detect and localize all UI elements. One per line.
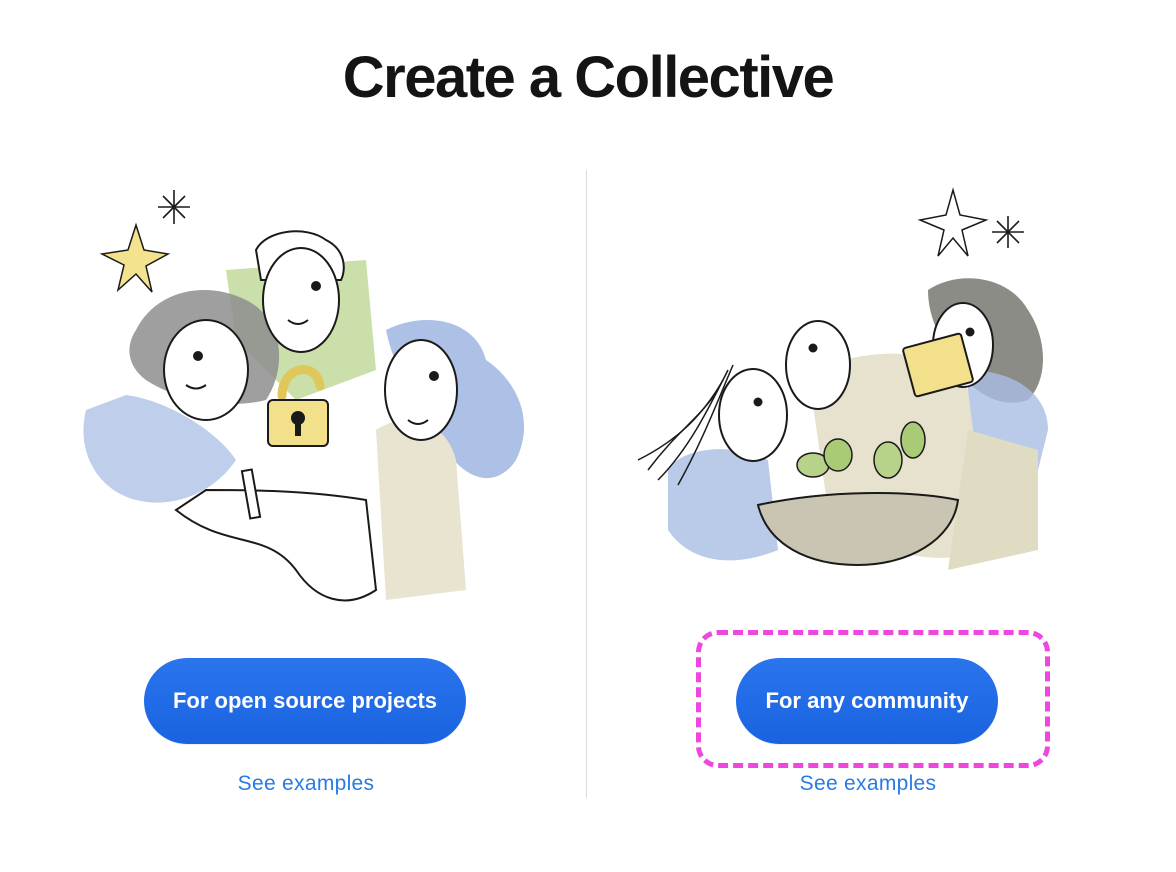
see-examples-community-link[interactable]: See examples [608,772,1128,796]
option-open-source: For open source projects See examples [46,170,566,810]
people-with-padlock-illustration [83,190,525,602]
community-growing-plants-illustration [637,187,1048,570]
page-title: Create a Collective [342,45,835,110]
open-source-button[interactable]: For open source projects [144,658,466,744]
any-community-button[interactable]: For any community [736,658,998,744]
option-any-community: For any community See examples [608,170,1128,810]
column-divider [586,170,587,798]
see-examples-open-source-link[interactable]: See examples [46,772,566,796]
